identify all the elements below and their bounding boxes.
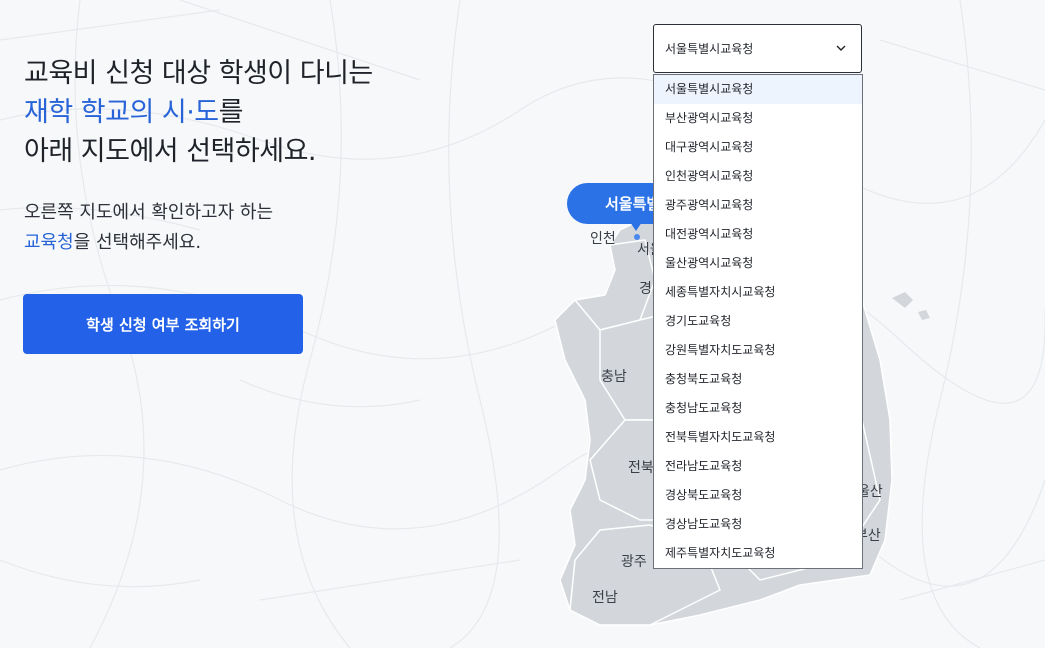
education-office-options: 서울특별시교육청 부산광역시교육청 대구광역시교육청 인천광역시교육청 광주광역… (653, 74, 863, 569)
headline-line-1: 교육비 신청 대상 학생이 다니는 (24, 58, 373, 89)
option-jeju[interactable]: 제주특별자치도교육청 (654, 539, 862, 568)
check-student-application-button[interactable]: 학생 신청 여부 조회하기 (23, 294, 303, 354)
option-busan[interactable]: 부산광역시교육청 (654, 104, 862, 133)
island-ulleungdo (892, 292, 913, 308)
region-label-gwangju[interactable]: 광주 (621, 551, 647, 571)
chevron-down-icon (836, 45, 846, 51)
option-sejong[interactable]: 세종특별자치시교육청 (654, 278, 862, 307)
education-office-select[interactable]: 서울특별시교육청 (653, 24, 862, 73)
option-jeonbuk[interactable]: 전북특별자치도교육청 (654, 423, 862, 452)
option-jeonnam[interactable]: 전라남도교육청 (654, 452, 862, 481)
option-ulsan[interactable]: 울산광역시교육청 (654, 249, 862, 278)
island-dokdo (918, 310, 930, 320)
option-chungbuk[interactable]: 충청북도교육청 (654, 365, 862, 394)
pin-location-dot (634, 234, 640, 240)
headline-line-2-suffix: 를 (218, 97, 244, 128)
region-label-incheon[interactable]: 인천 (590, 228, 616, 248)
region-label-jeonnam[interactable]: 전남 (592, 587, 618, 607)
instruction-line-2-suffix: 을 선택해주세요. (73, 232, 202, 253)
headline-line-3: 아래 지도에서 선택하세요. (24, 136, 317, 167)
option-gangwon[interactable]: 강원특별자치도교육청 (654, 336, 862, 365)
select-value: 서울특별시교육청 (665, 42, 754, 56)
headline-accent: 재학 학교의 시·도 (24, 97, 219, 128)
region-label-chungnam[interactable]: 충남 (601, 366, 627, 386)
option-gyeongbuk[interactable]: 경상북도교육청 (654, 481, 862, 510)
region-label-jeonbuk[interactable]: 전북 (628, 457, 654, 477)
instruction-line-1: 오른쪽 지도에서 확인하고자 하는 (24, 202, 274, 223)
instruction-accent: 교육청 (24, 232, 74, 253)
option-gyeongnam[interactable]: 경상남도교육청 (654, 510, 862, 539)
pin-pointer (630, 222, 642, 231)
option-seoul[interactable]: 서울특별시교육청 (654, 75, 862, 104)
page-headline: 교육비 신청 대상 학생이 다니는 재학 학교의 시·도를 아래 지도에서 선택… (24, 54, 373, 171)
option-daejeon[interactable]: 대전광역시교육청 (654, 220, 862, 249)
option-incheon[interactable]: 인천광역시교육청 (654, 162, 862, 191)
option-chungnam[interactable]: 충청남도교육청 (654, 394, 862, 423)
option-gwangju[interactable]: 광주광역시교육청 (654, 191, 862, 220)
option-daegu[interactable]: 대구광역시교육청 (654, 133, 862, 162)
instruction-text: 오른쪽 지도에서 확인하고자 하는 교육청을 선택해주세요. (24, 198, 273, 258)
option-gyeonggi[interactable]: 경기도교육청 (654, 307, 862, 336)
